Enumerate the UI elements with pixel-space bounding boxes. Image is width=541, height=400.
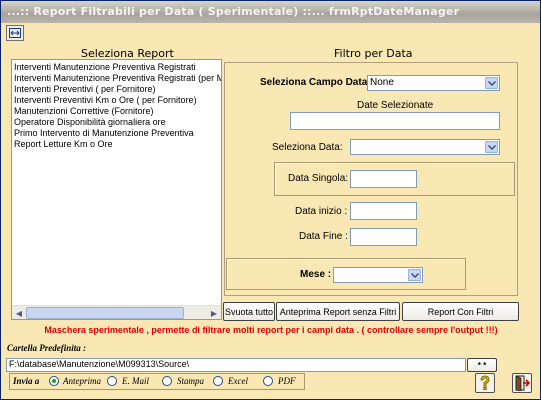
report-list-item[interactable]: Interventi Manutenzione Preventiva Regis… — [14, 62, 219, 73]
exit-door-icon — [515, 375, 530, 391]
campo-data-label: Seleziona Campo Data : — [260, 77, 374, 88]
data-fine-label: Data Fine : — [299, 231, 348, 242]
cartella-label: Cartella Predefinita : — [7, 343, 86, 353]
horizontal-scrollbar[interactable]: ◀ ▶ — [12, 305, 221, 319]
report-list-item[interactable]: Report Letture Km o Ore — [14, 139, 219, 150]
radio-anteprima[interactable] — [49, 376, 59, 386]
scroll-left-icon[interactable]: ◀ — [13, 307, 25, 319]
report-list-item[interactable]: Interventi Manutenzione Preventiva Regis… — [14, 73, 221, 84]
campo-data-value: None — [370, 77, 394, 88]
exit-button[interactable] — [512, 373, 532, 393]
warning-message: Maschera sperimentale , permette di filt… — [44, 325, 498, 335]
report-con-filtri-button[interactable]: Report Con Filtri — [402, 302, 519, 321]
browse-folder-button[interactable]: * * — [467, 358, 497, 372]
radio-pdf[interactable] — [263, 376, 273, 386]
report-list-item[interactable]: Primo Intervento di Manutenzione Prevent… — [14, 128, 219, 139]
data-inizio-label: Data inizio : — [295, 206, 348, 217]
mese-combo[interactable] — [333, 267, 423, 283]
resize-button[interactable] — [6, 25, 24, 41]
report-list-item[interactable]: Manutenzioni Correttive (Fornitore) — [14, 106, 219, 117]
date-selezionate-label: Date Selezionate — [357, 100, 434, 111]
help-icon — [480, 375, 490, 390]
data-inizio-field[interactable] — [350, 202, 417, 220]
radio-pdf-label: PDF — [278, 376, 296, 386]
help-button[interactable] — [475, 373, 495, 393]
radio-anteprima-label: Anteprima — [63, 376, 101, 386]
filter-section-heading: Filtro per Data — [334, 47, 413, 60]
anteprima-senza-filtri-button[interactable]: Anteprima Report senza Filtri — [276, 302, 400, 321]
window-title: ...:: Report Filtrabili per Data ( Speri… — [7, 5, 460, 18]
cartella-path-field[interactable]: F:\database\Manutenzione\M099313\Source\ — [6, 358, 466, 372]
main-window: ...:: Report Filtrabili per Data ( Speri… — [0, 0, 541, 400]
radio-excel[interactable] — [213, 376, 223, 386]
report-list[interactable]: Interventi Manutenzione Preventiva Regis… — [11, 59, 222, 320]
data-fine-field[interactable] — [350, 228, 417, 246]
mese-label: Mese : — [300, 269, 332, 280]
chevron-down-icon[interactable] — [485, 141, 498, 153]
data-singola-field[interactable] — [350, 170, 417, 188]
report-items: Interventi Manutenzione Preventiva Regis… — [14, 62, 221, 150]
report-list-item[interactable]: Interventi Preventivi Km o Ore ( per For… — [14, 95, 219, 106]
radio-email[interactable] — [107, 376, 117, 386]
seleziona-data-combo[interactable] — [350, 139, 500, 155]
seleziona-data-label: Seleziona Data: — [272, 142, 343, 153]
radio-excel-label: Excel — [228, 376, 248, 386]
data-singola-label: Data Singola: — [288, 173, 349, 184]
svuota-tutto-button[interactable]: Svuota tutto — [223, 302, 275, 321]
radio-stampa-label: Stampa — [177, 376, 204, 386]
scroll-thumb[interactable] — [26, 307, 184, 319]
report-list-item[interactable]: Operatore Disponibilità giornaliera ore — [14, 117, 219, 128]
chevron-down-icon[interactable] — [408, 269, 421, 281]
title-bar[interactable]: ...:: Report Filtrabili per Data ( Speri… — [1, 1, 540, 23]
radio-email-label: E. Mail — [122, 376, 149, 386]
cartella-path-value: F:\database\Manutenzione\M099313\Source\ — [9, 359, 190, 369]
resize-icon — [9, 28, 21, 38]
chevron-down-icon[interactable] — [485, 77, 498, 89]
campo-data-combo[interactable]: None — [367, 75, 500, 91]
invia-label: Invia a — [13, 376, 40, 386]
radio-stampa[interactable] — [162, 376, 172, 386]
report-list-item[interactable]: Interventi Preventivi ( per Fornitore) — [14, 84, 219, 95]
date-selezionate-field[interactable] — [290, 112, 500, 130]
scroll-right-icon[interactable]: ▶ — [208, 307, 220, 319]
